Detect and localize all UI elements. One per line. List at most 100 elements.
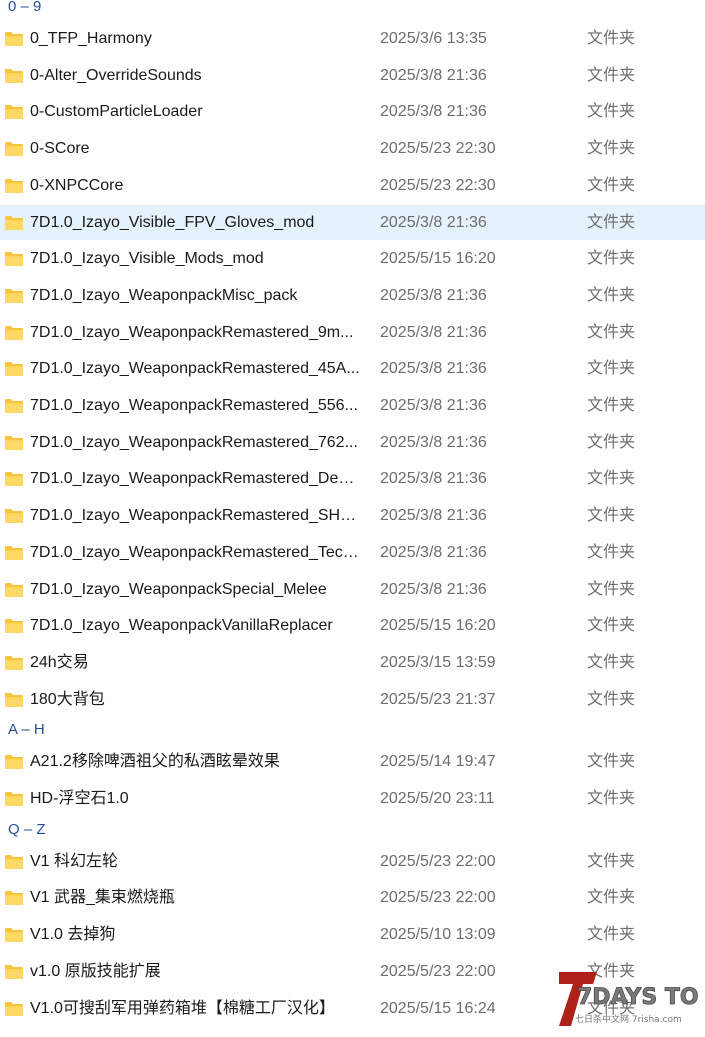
file-type: 文件夹 [587,617,636,635]
file-date-modified: 2025/3/15 13:59 [380,653,496,671]
file-date-modified: 2025/5/20 23:11 [380,790,495,807]
file-date-modified: 2025/5/23 22:00 [380,962,496,980]
file-type: 文件夹 [587,323,636,341]
group-header-label: A – H [8,721,45,739]
file-date-modified: 2025/3/8 21:36 [380,323,487,341]
file-row[interactable]: 7D1.0_Izayo_WeaponpackRemastered_556... 2… [0,388,705,423]
file-name: V1.0可搜刮军用弹药箱堆【棉糖工厂汉化】 [30,999,335,1017]
group-header[interactable]: A – H [0,718,705,742]
file-date-modified: 2025/5/23 22:00 [380,889,496,907]
file-row[interactable]: 24h交易 2025/3/15 13:59 文件夹 [0,645,705,680]
folder-icon [4,927,24,943]
file-row[interactable]: V1 科幻左轮 2025/5/23 22:00 文件夹 [0,844,705,879]
file-date-modified: 2025/3/8 21:36 [380,66,487,84]
file-row[interactable]: 0-XNPCCore 2025/5/23 22:30 文件夹 [0,168,705,203]
file-name: 180大背包 [30,690,105,708]
file-name: 7D1.0_Izayo_WeaponpackRemastered_556... [30,397,358,414]
group-header[interactable]: Q – Z [0,818,705,842]
file-name: 0-XNPCCore [30,176,124,194]
file-name: 7D1.0_Izayo_WeaponpackRemastered_SHO... [30,507,360,525]
folder-icon [4,325,24,341]
folder-icon [4,435,24,451]
file-type: 文件夹 [587,580,636,598]
file-name: 0-SCore [30,140,90,158]
file-date-modified: 2025/3/8 21:36 [380,360,487,378]
file-type: 文件夹 [587,286,636,304]
file-row[interactable]: 7D1.0_Izayo_WeaponpackMisc_pack 2025/3/8 … [0,278,705,313]
folder-icon [4,398,24,414]
folder-icon [4,361,24,377]
file-row[interactable]: 7D1.0_Izayo_WeaponpackVanillaReplacer 202… [0,608,705,643]
file-name: 7D1.0_Izayo_WeaponpackRemastered_Tech... [30,543,360,561]
file-row[interactable]: 7D1.0_Izayo_WeaponpackRemastered_9m... 20… [0,315,705,350]
file-row[interactable]: 7D1.0_Izayo_WeaponpackRemastered_45A... 2… [0,351,705,386]
file-date-modified: 2025/3/6 13:35 [380,30,487,47]
file-row[interactable]: 7D1.0_Izayo_WeaponpackRemastered_Tech...… [0,535,705,570]
file-name: V1 科幻左轮 [30,852,119,870]
file-type: 文件夹 [587,507,636,525]
file-type: 文件夹 [587,30,636,47]
folder-icon [4,754,24,770]
file-date-modified: 2025/3/8 21:36 [380,397,487,414]
file-row[interactable]: 7D1.0_Izayo_WeaponpackRemastered_Dem... 2… [0,461,705,496]
file-list: 0 – 9 0_TFP_Harmony 2025/3/6 13:35 文件夹 0-Alt… [0,0,705,1037]
file-name: 0_TFP_Harmony [30,30,152,47]
file-date-modified: 2025/5/23 22:30 [380,176,496,194]
file-row[interactable]: 0-SCore 2025/5/23 22:30 文件夹 [0,131,705,166]
file-name: A21.2移除啤酒祖父的私酒眩晕效果 [30,753,280,771]
file-name: HD-浮空石1.0 [30,790,129,807]
file-name: 7D1.0_Izayo_WeaponpackRemastered_45A... [30,360,360,378]
file-date-modified: 2025/3/8 21:36 [380,213,487,231]
folder-icon [4,964,24,980]
file-date-modified: 2025/3/8 21:36 [380,470,487,488]
file-row[interactable]: v1.0 原版技能扩展 2025/5/23 22:00 文件夹 [0,954,705,989]
file-row[interactable]: 7D1.0_Izayo_WeaponpackRemastered_762... 2… [0,425,705,460]
file-date-modified: 2025/3/8 21:36 [380,103,487,121]
file-row[interactable]: HD-浮空石1.0 2025/5/20 23:11 文件夹 [0,781,705,816]
file-row[interactable]: 0_TFP_Harmony 2025/3/6 13:35 文件夹 [0,21,705,56]
file-date-modified: 2025/5/15 16:24 [380,999,496,1017]
file-date-modified: 2025/5/10 13:09 [380,926,496,944]
file-type: 文件夹 [587,690,636,708]
group-header[interactable]: 0 – 9 [0,0,705,19]
file-type: 文件夹 [587,999,636,1017]
folder-icon [4,288,24,304]
file-row[interactable]: 180大背包 2025/5/23 21:37 文件夹 [0,682,705,717]
file-row[interactable]: V1.0可搜刮军用弹药箱堆【棉糖工厂汉化】 2025/5/15 16:24 文件夹 [0,991,705,1026]
folder-icon [4,68,24,84]
file-row[interactable]: V1.0 去掉狗 2025/5/10 13:09 文件夹 [0,917,705,952]
file-row[interactable]: 7D1.0_Izayo_Visible_FPV_Gloves_mod 2025/3… [0,204,705,240]
folder-icon [4,251,24,267]
folder-icon [4,618,24,634]
folder-icon [4,471,24,487]
file-row[interactable]: A21.2移除啤酒祖父的私酒眩晕效果 2025/5/14 19:47 文件夹 [0,744,705,779]
file-type: 文件夹 [587,360,636,378]
file-row[interactable]: 7D1.0_Izayo_WeaponpackRemastered_SHO... 2… [0,498,705,533]
file-row[interactable]: V1 武器_集束燃烧瓶 2025/5/23 22:00 文件夹 [0,880,705,915]
file-name: V1 武器_集束燃烧瓶 [30,889,175,907]
folder-icon [4,890,24,906]
file-type: 文件夹 [587,889,636,907]
file-name: 7D1.0_Izayo_WeaponpackRemastered_762... [30,433,358,451]
file-name: 7D1.0_Izayo_Visible_Mods_mod [30,250,264,268]
file-row[interactable]: 7D1.0_Izayo_Visible_Mods_mod 2025/5/15 16… [0,241,705,276]
folder-icon [4,545,24,561]
file-row[interactable]: 7D1.0_Izayo_WeaponpackSpecial_Melee 2025/… [0,572,705,607]
file-type: 文件夹 [587,962,636,980]
file-type: 文件夹 [587,176,636,194]
file-type: 文件夹 [587,433,636,451]
file-row[interactable]: 0-CustomParticleLoader 2025/3/8 21:36 文件夹 [0,94,705,129]
group-header-label: Q – Z [8,820,46,838]
file-name: 7D1.0_Izayo_WeaponpackVanillaReplacer [30,617,333,635]
folder-icon [4,655,24,671]
file-type: 文件夹 [587,66,636,84]
file-name: 24h交易 [30,653,89,671]
group-header-label: 0 – 9 [8,0,42,15]
file-row[interactable]: 0-Alter_OverrideSounds 2025/3/8 21:36 文件夹 [0,58,705,93]
folder-icon [4,215,24,231]
file-type: 文件夹 [587,213,636,231]
file-name: 7D1.0_Izayo_Visible_FPV_Gloves_mod [30,213,315,231]
file-date-modified: 2025/5/23 21:37 [380,690,496,708]
file-type: 文件夹 [587,852,636,870]
file-date-modified: 2025/5/15 16:20 [380,250,496,268]
